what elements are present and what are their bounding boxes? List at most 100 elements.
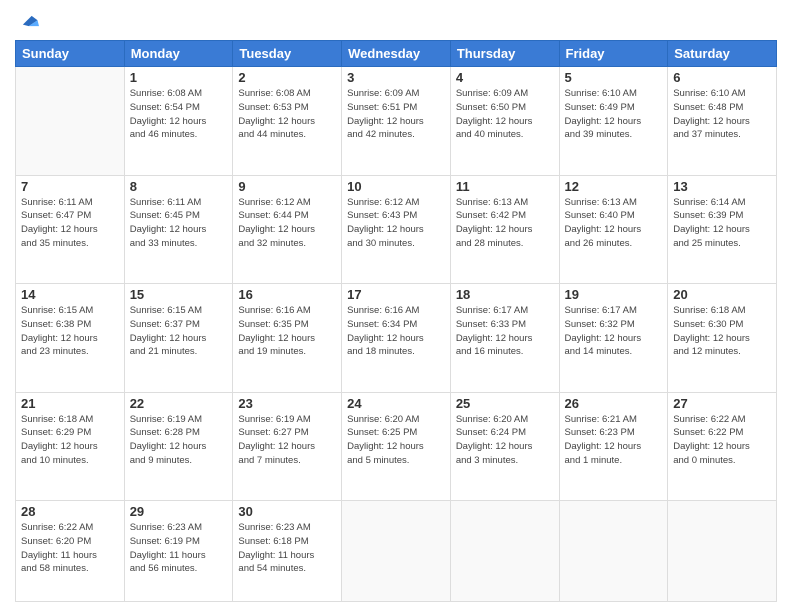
day-info: Sunrise: 6:15 AM Sunset: 6:37 PM Dayligh… xyxy=(130,304,228,359)
weekday-header-sunday: Sunday xyxy=(16,41,125,67)
day-number: 16 xyxy=(238,287,336,302)
day-info: Sunrise: 6:09 AM Sunset: 6:50 PM Dayligh… xyxy=(456,87,554,142)
calendar-cell: 5 Sunrise: 6:10 AM Sunset: 6:49 PM Daylig… xyxy=(559,67,668,176)
calendar-cell: 12Sunrise: 6:13 AM Sunset: 6:40 PM Dayli… xyxy=(559,175,668,284)
calendar-cell: 2 Sunrise: 6:08 AM Sunset: 6:53 PM Daylig… xyxy=(233,67,342,176)
day-info: Sunrise: 6:15 AM Sunset: 6:38 PM Dayligh… xyxy=(21,304,119,359)
day-info: Sunrise: 6:21 AM Sunset: 6:23 PM Dayligh… xyxy=(565,413,663,468)
calendar-cell: 28 Sunrise: 6:22 AM Sunset: 6:20 PM Dayli… xyxy=(16,501,125,602)
calendar-cell: 22 Sunrise: 6:19 AM Sunset: 6:28 PM Dayli… xyxy=(124,392,233,501)
calendar-cell: 24 Sunrise: 6:20 AM Sunset: 6:25 PM Dayli… xyxy=(342,392,451,501)
day-number: 3 xyxy=(347,70,445,85)
day-info: Sunrise: 6:19 AM Sunset: 6:28 PM Dayligh… xyxy=(130,413,228,468)
day-info: Sunrise: 6:09 AM Sunset: 6:51 PM Dayligh… xyxy=(347,87,445,142)
day-number: 24 xyxy=(347,396,445,411)
calendar-cell xyxy=(450,501,559,602)
day-number: 13 xyxy=(673,179,771,194)
day-number: 27 xyxy=(673,396,771,411)
day-number: 14 xyxy=(21,287,119,302)
day-info: Sunrise: 6:16 AM Sunset: 6:34 PM Dayligh… xyxy=(347,304,445,359)
calendar-table: SundayMondayTuesdayWednesdayThursdayFrid… xyxy=(15,40,777,602)
calendar-cell: 21 Sunrise: 6:18 AM Sunset: 6:29 PM Dayli… xyxy=(16,392,125,501)
calendar-cell: 14 Sunrise: 6:15 AM Sunset: 6:38 PM Dayli… xyxy=(16,284,125,393)
calendar-cell xyxy=(342,501,451,602)
calendar-cell xyxy=(16,67,125,176)
day-info: Sunrise: 6:23 AM Sunset: 6:19 PM Dayligh… xyxy=(130,521,228,576)
day-info: Sunrise: 6:18 AM Sunset: 6:29 PM Dayligh… xyxy=(21,413,119,468)
day-number: 19 xyxy=(565,287,663,302)
calendar-cell: 26 Sunrise: 6:21 AM Sunset: 6:23 PM Dayli… xyxy=(559,392,668,501)
day-info: Sunrise: 6:18 AM Sunset: 6:30 PM Dayligh… xyxy=(673,304,771,359)
calendar-cell: 8Sunrise: 6:11 AM Sunset: 6:45 PM Daylig… xyxy=(124,175,233,284)
day-number: 21 xyxy=(21,396,119,411)
day-info: Sunrise: 6:17 AM Sunset: 6:32 PM Dayligh… xyxy=(565,304,663,359)
header xyxy=(15,10,777,32)
weekday-header-saturday: Saturday xyxy=(668,41,777,67)
day-number: 25 xyxy=(456,396,554,411)
calendar-cell xyxy=(668,501,777,602)
weekday-header-wednesday: Wednesday xyxy=(342,41,451,67)
day-info: Sunrise: 6:22 AM Sunset: 6:20 PM Dayligh… xyxy=(21,521,119,576)
day-info: Sunrise: 6:10 AM Sunset: 6:49 PM Dayligh… xyxy=(565,87,663,142)
week-row-2: 7Sunrise: 6:11 AM Sunset: 6:47 PM Daylig… xyxy=(16,175,777,284)
calendar-cell: 3 Sunrise: 6:09 AM Sunset: 6:51 PM Daylig… xyxy=(342,67,451,176)
calendar-cell: 25Sunrise: 6:20 AM Sunset: 6:24 PM Dayli… xyxy=(450,392,559,501)
calendar-cell: 4 Sunrise: 6:09 AM Sunset: 6:50 PM Daylig… xyxy=(450,67,559,176)
day-number: 10 xyxy=(347,179,445,194)
day-number: 12 xyxy=(565,179,663,194)
day-info: Sunrise: 6:08 AM Sunset: 6:54 PM Dayligh… xyxy=(130,87,228,142)
day-number: 26 xyxy=(565,396,663,411)
day-info: Sunrise: 6:08 AM Sunset: 6:53 PM Dayligh… xyxy=(238,87,336,142)
day-info: Sunrise: 6:10 AM Sunset: 6:48 PM Dayligh… xyxy=(673,87,771,142)
day-info: Sunrise: 6:20 AM Sunset: 6:25 PM Dayligh… xyxy=(347,413,445,468)
logo xyxy=(15,10,39,32)
day-number: 22 xyxy=(130,396,228,411)
day-number: 11 xyxy=(456,179,554,194)
calendar-cell: 10 Sunrise: 6:12 AM Sunset: 6:43 PM Dayli… xyxy=(342,175,451,284)
day-number: 28 xyxy=(21,504,119,519)
weekday-header-tuesday: Tuesday xyxy=(233,41,342,67)
day-number: 7 xyxy=(21,179,119,194)
page: SundayMondayTuesdayWednesdayThursdayFrid… xyxy=(0,0,792,612)
week-row-5: 28 Sunrise: 6:22 AM Sunset: 6:20 PM Dayli… xyxy=(16,501,777,602)
calendar-cell: 16Sunrise: 6:16 AM Sunset: 6:35 PM Dayli… xyxy=(233,284,342,393)
calendar-cell: 23Sunrise: 6:19 AM Sunset: 6:27 PM Dayli… xyxy=(233,392,342,501)
weekday-header-row: SundayMondayTuesdayWednesdayThursdayFrid… xyxy=(16,41,777,67)
calendar-cell: 19 Sunrise: 6:17 AM Sunset: 6:32 PM Dayli… xyxy=(559,284,668,393)
weekday-header-monday: Monday xyxy=(124,41,233,67)
day-number: 15 xyxy=(130,287,228,302)
day-number: 9 xyxy=(238,179,336,194)
day-number: 4 xyxy=(456,70,554,85)
day-info: Sunrise: 6:13 AM Sunset: 6:42 PM Dayligh… xyxy=(456,196,554,251)
day-info: Sunrise: 6:11 AM Sunset: 6:45 PM Dayligh… xyxy=(130,196,228,251)
day-number: 17 xyxy=(347,287,445,302)
day-info: Sunrise: 6:12 AM Sunset: 6:44 PM Dayligh… xyxy=(238,196,336,251)
week-row-3: 14 Sunrise: 6:15 AM Sunset: 6:38 PM Dayli… xyxy=(16,284,777,393)
day-info: Sunrise: 6:14 AM Sunset: 6:39 PM Dayligh… xyxy=(673,196,771,251)
calendar-cell: 29Sunrise: 6:23 AM Sunset: 6:19 PM Dayli… xyxy=(124,501,233,602)
calendar-cell: 7Sunrise: 6:11 AM Sunset: 6:47 PM Daylig… xyxy=(16,175,125,284)
calendar-cell: 17 Sunrise: 6:16 AM Sunset: 6:34 PM Dayli… xyxy=(342,284,451,393)
calendar-cell: 30 Sunrise: 6:23 AM Sunset: 6:18 PM Dayli… xyxy=(233,501,342,602)
calendar-cell: 9 Sunrise: 6:12 AM Sunset: 6:44 PM Daylig… xyxy=(233,175,342,284)
day-number: 20 xyxy=(673,287,771,302)
day-info: Sunrise: 6:12 AM Sunset: 6:43 PM Dayligh… xyxy=(347,196,445,251)
day-info: Sunrise: 6:23 AM Sunset: 6:18 PM Dayligh… xyxy=(238,521,336,576)
calendar-cell: 20 Sunrise: 6:18 AM Sunset: 6:30 PM Dayli… xyxy=(668,284,777,393)
calendar-cell: 11 Sunrise: 6:13 AM Sunset: 6:42 PM Dayli… xyxy=(450,175,559,284)
weekday-header-friday: Friday xyxy=(559,41,668,67)
logo-text xyxy=(15,10,39,32)
logo-bird-icon xyxy=(17,10,39,32)
day-number: 1 xyxy=(130,70,228,85)
calendar-cell: 27Sunrise: 6:22 AM Sunset: 6:22 PM Dayli… xyxy=(668,392,777,501)
weekday-header-thursday: Thursday xyxy=(450,41,559,67)
day-number: 5 xyxy=(565,70,663,85)
day-number: 30 xyxy=(238,504,336,519)
day-number: 18 xyxy=(456,287,554,302)
calendar-cell: 13 Sunrise: 6:14 AM Sunset: 6:39 PM Dayli… xyxy=(668,175,777,284)
day-info: Sunrise: 6:19 AM Sunset: 6:27 PM Dayligh… xyxy=(238,413,336,468)
calendar-cell: 15 Sunrise: 6:15 AM Sunset: 6:37 PM Dayli… xyxy=(124,284,233,393)
day-number: 6 xyxy=(673,70,771,85)
day-number: 2 xyxy=(238,70,336,85)
week-row-4: 21 Sunrise: 6:18 AM Sunset: 6:29 PM Dayli… xyxy=(16,392,777,501)
